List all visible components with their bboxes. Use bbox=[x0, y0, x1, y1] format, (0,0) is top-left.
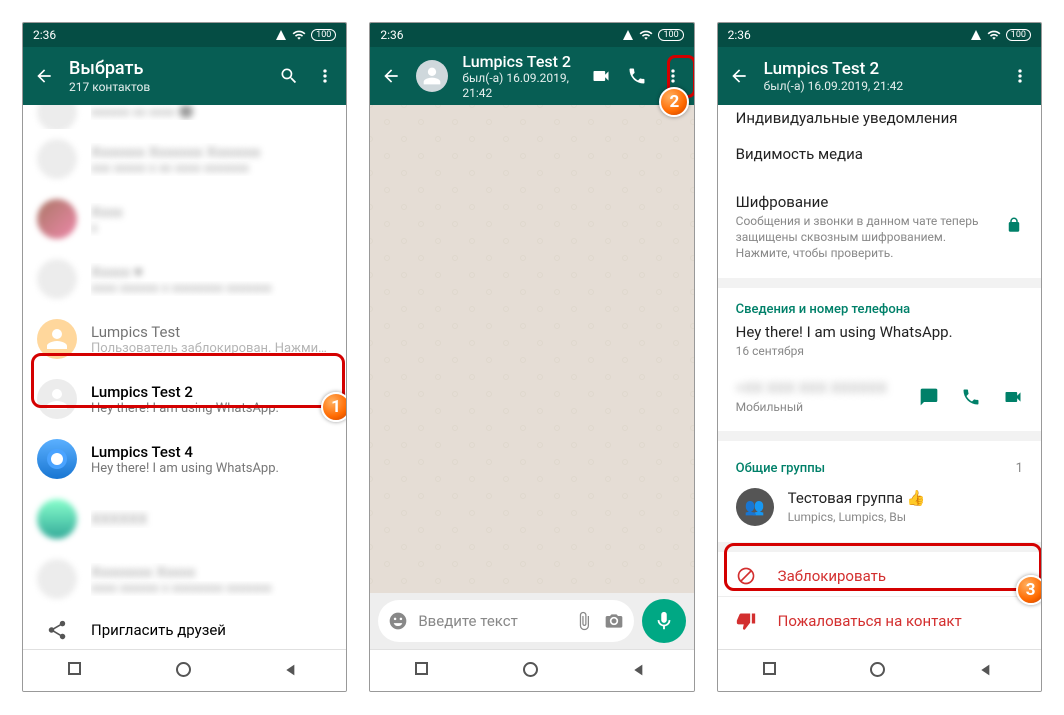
nav-recent[interactable] bbox=[68, 662, 86, 680]
android-navbar bbox=[23, 649, 346, 691]
list-item[interactable]: XXXXXX bbox=[23, 489, 346, 549]
section-groups: Общие группы 1 👥 Тестовая группа 👍 Lumpi… bbox=[718, 441, 1041, 542]
message-input[interactable]: Введите текст bbox=[378, 600, 633, 642]
invite-friends[interactable]: Пригласить друзей bbox=[23, 609, 346, 649]
phone-2: 2:36 100 Lumpics Test 2 был(-а) 16.09.20… bbox=[369, 22, 694, 692]
android-navbar bbox=[718, 649, 1041, 691]
list-item[interactable]: Xxxxx bbox=[23, 189, 346, 249]
appbar-contacts: Выбрать 217 контактов bbox=[23, 47, 346, 105]
message-icon[interactable] bbox=[919, 387, 939, 407]
status-bar: 2:36 100 bbox=[370, 23, 693, 47]
nav-back[interactable] bbox=[978, 662, 996, 680]
msg-placeholder: Введите текст bbox=[418, 612, 563, 630]
row-media-visibility[interactable]: Видимость медиа bbox=[718, 131, 1041, 173]
appbar-info: Lumpics Test 2 был(-а) 16.09.2019, 21:42 bbox=[718, 47, 1041, 105]
more-icon[interactable] bbox=[1009, 65, 1031, 87]
nav-home[interactable] bbox=[870, 662, 888, 680]
list-item[interactable]: Xxxxxxxx Xxxxxxxxx xxxxxx x xxxxxxxx xxx… bbox=[23, 549, 346, 609]
contact-status: Пользователь заблокирован. Нажмите, ч… bbox=[91, 341, 332, 356]
contact-name: Lumpics Test 2 bbox=[91, 383, 332, 401]
chat-body[interactable] bbox=[370, 105, 693, 593]
thumb-down-icon bbox=[736, 611, 756, 631]
contact-lumpics-test-4[interactable]: Lumpics Test 4 Hey there! I am using Wha… bbox=[23, 429, 346, 489]
list-item[interactable]: Xxxxxxx Xxxxxxx Xxxxxxxxxx xxxxx x xx xx… bbox=[23, 129, 346, 189]
nav-back[interactable] bbox=[283, 662, 301, 680]
chat-more-icon[interactable] bbox=[662, 65, 684, 87]
emoji-icon[interactable] bbox=[388, 611, 408, 631]
page-title: Выбрать bbox=[69, 58, 264, 80]
video-call-icon[interactable] bbox=[590, 65, 612, 87]
row-notifications[interactable]: Индивидуальные уведомления bbox=[718, 105, 1041, 131]
nav-recent[interactable] bbox=[415, 662, 433, 680]
status-time: 2:36 bbox=[33, 28, 56, 42]
contact-name: Lumpics Test 4 bbox=[91, 443, 332, 461]
nav-home[interactable] bbox=[176, 662, 194, 680]
mic-button[interactable] bbox=[642, 599, 686, 643]
contact-lumpics-test-2[interactable]: Lumpics Test 2 Hey there! I am using Wha… bbox=[23, 369, 346, 429]
block-icon bbox=[736, 566, 756, 586]
row-block[interactable]: Заблокировать bbox=[718, 552, 1041, 596]
phone-3: 2:36 100 Lumpics Test 2 был(-а) 16.09.20… bbox=[717, 22, 1042, 692]
phone-icon[interactable] bbox=[961, 387, 981, 407]
contact-lumpics-test[interactable]: Lumpics Test Пользователь заблокирован. … bbox=[23, 309, 346, 369]
lock-icon bbox=[1005, 216, 1023, 238]
status-icons: 100 bbox=[275, 28, 336, 42]
page-subtitle: 217 контактов bbox=[69, 80, 264, 94]
contact-status: Hey there! I am using WhatsApp. bbox=[91, 401, 332, 416]
search-icon[interactable] bbox=[278, 65, 300, 87]
back-icon[interactable] bbox=[380, 65, 402, 87]
android-navbar bbox=[370, 649, 693, 691]
nav-back[interactable] bbox=[631, 662, 649, 680]
contact-list[interactable]: xxxxxx xx xxxx 😊 Xxxxxxx Xxxxxxx Xxxxxxx… bbox=[23, 105, 346, 649]
row-report[interactable]: Пожаловаться на контакт bbox=[718, 597, 1041, 641]
contact-name: Lumpics Test bbox=[91, 323, 332, 341]
contact-status: Hey there! I am using WhatsApp. bbox=[91, 461, 332, 476]
list-item[interactable]: xxxxxx xx xxxx 😊 bbox=[23, 105, 346, 129]
voice-call-icon[interactable] bbox=[626, 65, 648, 87]
status-bar: 2:36 100 bbox=[718, 23, 1041, 47]
nav-home[interactable] bbox=[523, 662, 541, 680]
phone-1: 2:36 100 Выбрать 217 контактов xxxxxx xx… bbox=[22, 22, 347, 692]
back-icon[interactable] bbox=[33, 65, 55, 87]
avatar[interactable] bbox=[416, 60, 448, 92]
more-icon[interactable] bbox=[314, 65, 336, 87]
chat-title-block[interactable]: Lumpics Test 2 был(-а) 16.09.2019, 21:42 bbox=[462, 52, 575, 100]
contact-info[interactable]: Индивидуальные уведомления Видимость мед… bbox=[718, 105, 1041, 649]
appbar-chat: Lumpics Test 2 был(-а) 16.09.2019, 21:42 bbox=[370, 47, 693, 105]
attach-icon[interactable] bbox=[574, 611, 594, 631]
nav-recent[interactable] bbox=[763, 662, 781, 680]
row-encryption[interactable]: Шифрование Сообщения и звонки в данном ч… bbox=[718, 173, 1041, 278]
camera-icon[interactable] bbox=[604, 611, 624, 631]
group-item[interactable]: 👥 Тестовая группа 👍 Lumpics, Lumpics, Вы bbox=[736, 482, 1023, 532]
group-avatar: 👥 bbox=[736, 488, 774, 526]
status-bar: 2:36 100 bbox=[23, 23, 346, 47]
list-item[interactable]: Xxxxx ♥xxxx xxxxxx x xxxxxxxx xxxxxxx bbox=[23, 249, 346, 309]
input-bar: Введите текст bbox=[370, 593, 693, 649]
back-icon[interactable] bbox=[728, 65, 750, 87]
section-about: Сведения и номер телефона Hey there! I a… bbox=[718, 288, 1041, 431]
video-icon[interactable] bbox=[1003, 387, 1023, 407]
phone-number: +XX XXX XXX XXXXXX bbox=[736, 379, 887, 397]
